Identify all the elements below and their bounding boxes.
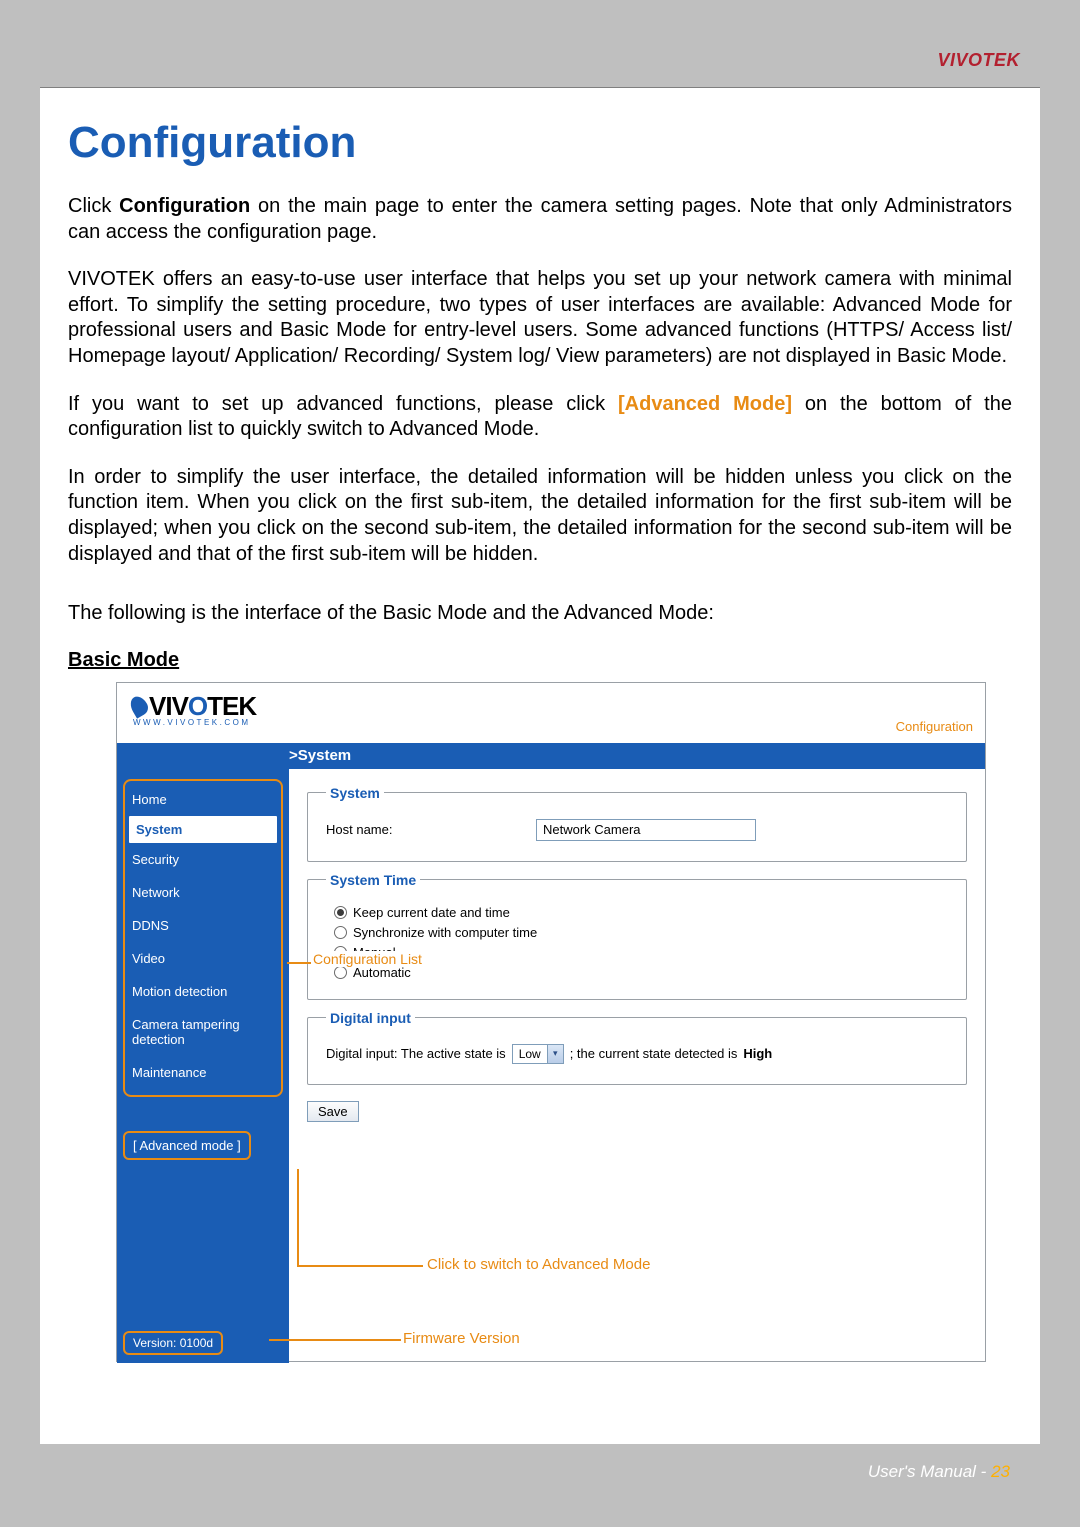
main-panel: System Host name: System Time Keep curre… — [289, 769, 985, 1363]
sidebar-item-maintenance[interactable]: Maintenance — [129, 1056, 277, 1089]
page: VIVOTEK Configuration Click Configuratio… — [0, 0, 1080, 1527]
opt-sync-computer[interactable]: Synchronize with computer time — [334, 925, 952, 940]
document-sheet: VIVOTEK Configuration Click Configuratio… — [40, 30, 1040, 1500]
opt-automatic[interactable]: Automatic — [334, 965, 952, 980]
fieldset-system: System Host name: — [307, 785, 967, 862]
sidebar-item-security[interactable]: Security — [129, 843, 277, 876]
section-bar-system: >System — [117, 743, 985, 769]
radio-icon — [334, 906, 347, 919]
select-value: Low — [513, 1047, 547, 1061]
advanced-mode-button[interactable]: [ Advanced mode ] — [123, 1131, 251, 1160]
radio-icon — [334, 926, 347, 939]
paragraph-1: Click Configuration on the main page to … — [68, 194, 1012, 245]
legend-system: System — [326, 785, 384, 801]
opt-label: Synchronize with computer time — [353, 925, 537, 940]
sidebar-item-system[interactable]: System — [129, 816, 277, 843]
connector-line — [297, 1265, 423, 1267]
radio-icon — [334, 966, 347, 979]
sidebar-item-tamper[interactable]: Camera tampering detection — [129, 1008, 277, 1056]
page-number: 23 — [991, 1462, 1010, 1481]
sidebar: Home System Security Network DDNS Video … — [117, 769, 289, 1363]
content: Configuration Click Configuration on the… — [40, 88, 1040, 1362]
annot-switch-advanced: Click to switch to Advanced Mode — [427, 1256, 650, 1273]
nav-group: Home System Security Network DDNS Video … — [123, 779, 283, 1097]
paragraph-2: VIVOTEK offers an easy-to-use user inter… — [68, 267, 1012, 369]
fieldset-digital-input: Digital input Digital input: The active … — [307, 1010, 967, 1085]
hostname-label: Host name: — [326, 822, 526, 837]
screenshot-header: VIVOTEK WWW.VIVOTEK.COM Configuration — [117, 683, 985, 743]
brand-label: VIVOTEK — [937, 50, 1020, 71]
connector-line — [287, 962, 311, 964]
paragraph-5: The following is the interface of the Ba… — [68, 601, 1012, 627]
legend-digital-input: Digital input — [326, 1010, 415, 1026]
sidebar-item-video[interactable]: Video — [129, 942, 277, 975]
footer-text: User's Manual - — [868, 1462, 991, 1481]
footer: User's Manual - 23 — [868, 1462, 1010, 1482]
firmware-version-badge: Version: 0100d — [123, 1331, 223, 1355]
paragraph-4: In order to simplify the user interface,… — [68, 465, 1012, 567]
sidebar-item-ddns[interactable]: DDNS — [129, 909, 277, 942]
header-strip: VIVOTEK — [40, 30, 1040, 88]
opt-label: Keep current date and time — [353, 905, 510, 920]
connector-line — [297, 1169, 299, 1265]
di-text-a: Digital input: The active state is — [326, 1046, 506, 1061]
logo-drop-icon — [127, 693, 151, 718]
chevron-down-icon: ▾ — [547, 1045, 563, 1063]
opt-keep-current[interactable]: Keep current date and time — [334, 905, 952, 920]
di-active-state-select[interactable]: Low ▾ — [512, 1044, 564, 1064]
sidebar-item-home[interactable]: Home — [129, 783, 277, 816]
connector-line — [269, 1339, 401, 1341]
opt-label: Automatic — [353, 965, 411, 980]
sidebar-item-motion[interactable]: Motion detection — [129, 975, 277, 1008]
di-text-b: ; the current state detected is — [570, 1046, 738, 1061]
ui-screenshot: VIVOTEK WWW.VIVOTEK.COM Configuration >S… — [116, 682, 986, 1362]
hostname-input[interactable] — [536, 819, 756, 841]
logo-subtext: WWW.VIVOTEK.COM — [133, 718, 985, 727]
fieldset-system-time: System Time Keep current date and time S… — [307, 872, 967, 1000]
screenshot-body: Home System Security Network DDNS Video … — [117, 769, 985, 1363]
page-title: Configuration — [68, 118, 1012, 168]
header-rule — [40, 87, 1040, 88]
sidebar-item-network[interactable]: Network — [129, 876, 277, 909]
annot-firmware-version: Firmware Version — [403, 1330, 520, 1347]
annot-config-list: Configuration List — [311, 951, 424, 967]
legend-system-time: System Time — [326, 872, 420, 888]
configuration-link[interactable]: Configuration — [896, 719, 973, 734]
paragraph-3: If you want to set up advanced functions… — [68, 392, 1012, 443]
save-button[interactable]: Save — [307, 1101, 359, 1122]
opt-manual[interactable]: Manual — [334, 945, 952, 960]
subheading-basic-mode: Basic Mode — [68, 649, 1012, 672]
di-state-value: High — [743, 1046, 772, 1061]
